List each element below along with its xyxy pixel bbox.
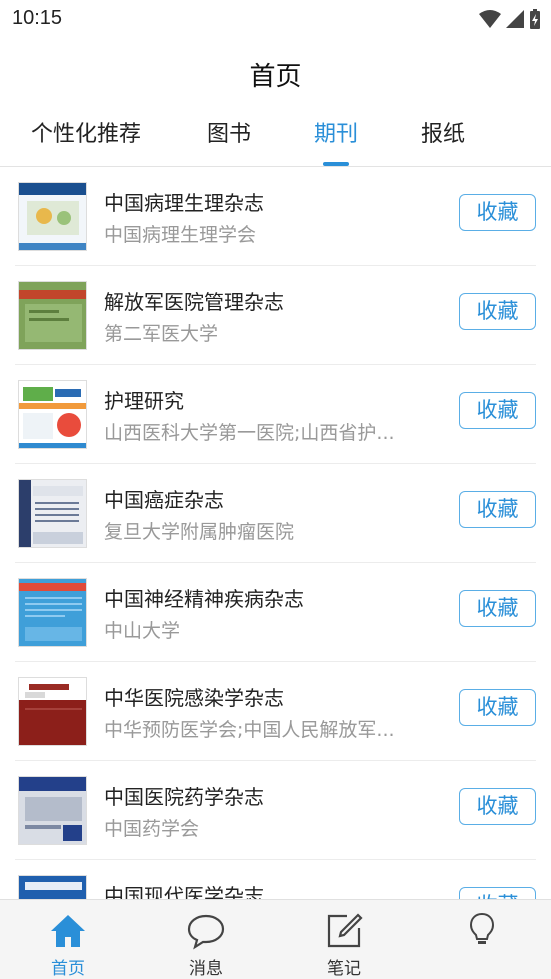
tab-newspapers[interactable]: 报纸 xyxy=(421,116,465,148)
nav-notes[interactable]: 笔记 xyxy=(294,900,394,979)
message-icon xyxy=(187,914,225,950)
journal-cover xyxy=(18,281,87,350)
journal-item[interactable]: 中国病理生理杂志 中国病理生理学会 收藏 xyxy=(0,167,551,266)
journal-cover xyxy=(18,875,87,899)
journal-publisher: 复旦大学附属肿瘤医院 xyxy=(104,521,295,543)
journal-title: 中国现代医学杂志 xyxy=(104,884,264,899)
journal-publisher: 第二军医大学 xyxy=(104,323,219,345)
home-icon xyxy=(51,915,85,947)
journal-item[interactable]: 中国医院药学杂志 中国药学会 收藏 xyxy=(0,761,551,860)
page-title: 首页 xyxy=(249,62,302,92)
status-icons xyxy=(479,8,541,30)
category-tabs: 个性化推荐 图书 期刊 报纸 xyxy=(0,104,551,167)
note-icon xyxy=(327,913,363,948)
journal-cover xyxy=(18,182,87,251)
favorite-button[interactable]: 收藏 xyxy=(459,689,536,726)
lightbulb-icon xyxy=(469,912,495,944)
status-time: 10:15 xyxy=(12,7,63,29)
journal-item[interactable]: 中国神经精神疾病杂志 中山大学 收藏 xyxy=(0,563,551,662)
favorite-button[interactable]: 收藏 xyxy=(459,392,536,429)
favorite-button[interactable]: 收藏 xyxy=(459,293,536,330)
nav-home-label: 首页 xyxy=(51,959,85,979)
journal-publisher: 中国药学会 xyxy=(104,818,200,840)
tab-personalized[interactable]: 个性化推荐 xyxy=(31,116,141,148)
journal-title: 中国癌症杂志 xyxy=(104,488,224,512)
favorite-button[interactable]: 收藏 xyxy=(459,887,536,899)
journal-title: 中国病理生理杂志 xyxy=(104,191,264,215)
favorite-button[interactable]: 收藏 xyxy=(459,491,536,528)
journal-title: 中国神经精神疾病杂志 xyxy=(104,587,304,611)
wifi-icon xyxy=(479,10,501,28)
journal-title: 中华医院感染学杂志 xyxy=(104,686,284,710)
journal-cover xyxy=(18,776,87,845)
favorite-button[interactable]: 收藏 xyxy=(459,194,536,231)
journal-item[interactable]: 解放军医院管理杂志 第二军医大学 收藏 xyxy=(0,266,551,365)
status-bar: 10:15 xyxy=(0,0,551,40)
nav-messages-label: 消息 xyxy=(189,959,223,979)
journal-publisher: 中山大学 xyxy=(104,620,181,642)
journal-publisher: 山西医科大学第一医院;山西省护... xyxy=(104,422,395,444)
journal-publisher: 中华预防医学会;中国人民解放军... xyxy=(104,719,395,741)
journal-item[interactable]: 中国癌症杂志 复旦大学附属肿瘤医院 收藏 xyxy=(0,464,551,563)
journal-cover xyxy=(18,479,87,548)
signal-icon xyxy=(506,10,524,28)
journal-item[interactable]: 护理研究 山西医科大学第一医院;山西省护... 收藏 xyxy=(0,365,551,464)
tab-journals[interactable]: 期刊 xyxy=(314,116,358,148)
journal-publisher: 中国病理生理学会 xyxy=(104,224,257,246)
journal-list: 中国病理生理杂志 中国病理生理学会 收藏 解放军医院管理杂志 第二军医大学 收藏… xyxy=(0,167,551,899)
favorite-button[interactable]: 收藏 xyxy=(459,788,536,825)
favorite-button[interactable]: 收藏 xyxy=(459,590,536,627)
journal-cover xyxy=(18,380,87,449)
journal-cover xyxy=(18,677,87,746)
journal-title: 解放军医院管理杂志 xyxy=(104,290,284,314)
nav-notes-label: 笔记 xyxy=(327,959,361,979)
journal-title: 护理研究 xyxy=(104,389,184,413)
journal-title: 中国医院药学杂志 xyxy=(104,785,264,809)
header: 首页 xyxy=(0,40,551,104)
journal-item[interactable]: 中华医院感染学杂志 中华预防医学会;中国人民解放军... 收藏 xyxy=(0,662,551,761)
battery-charging-icon xyxy=(530,9,540,29)
journal-item[interactable]: 中国现代医学杂志 收藏 xyxy=(0,860,551,899)
bottom-nav: 首页 消息 笔记 xyxy=(0,899,551,979)
journal-cover xyxy=(18,578,87,647)
nav-home[interactable]: 首页 xyxy=(18,900,118,979)
active-tab-indicator xyxy=(323,162,349,166)
nav-messages[interactable]: 消息 xyxy=(156,900,256,979)
tab-books[interactable]: 图书 xyxy=(207,116,251,148)
nav-idea[interactable] xyxy=(432,900,532,979)
